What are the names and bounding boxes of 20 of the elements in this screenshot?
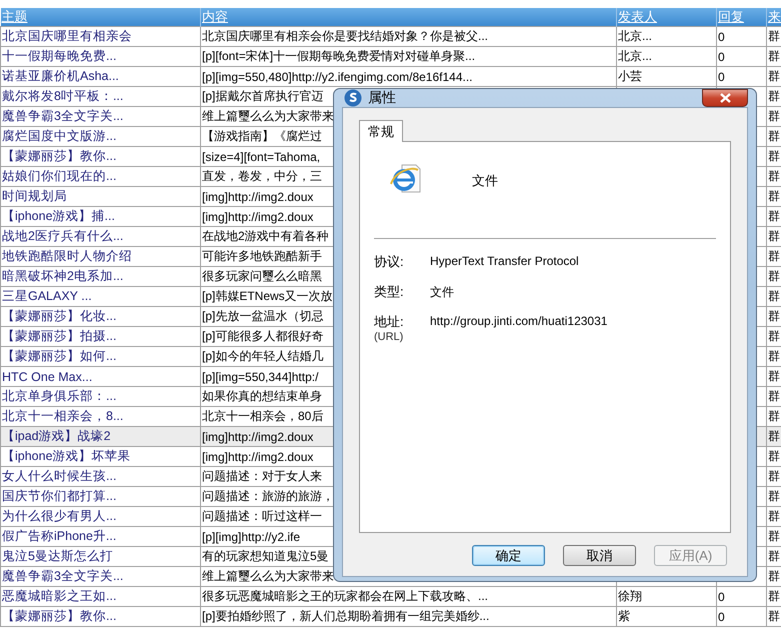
- table-row[interactable]: 【蒙娜丽莎】教你... [p]要拍婚纱照了，新人们总期盼着拥有一组完美婚纱... 紫 0 群: [0, 606, 781, 626]
- close-button[interactable]: [702, 89, 748, 107]
- dialog-button[interactable]: 确定: [472, 545, 545, 566]
- table-row[interactable]: 十一假期每晚免费... [p][font=宋体]十一假期每晚免费爱情对对碰单身聚... 北京... 0 群: [0, 46, 781, 66]
- table-row[interactable]: 恶魔城暗影之王如... 很多玩恶魔城暗影之王的玩家都会在网上下载攻略、... 徐翔 0 群: [0, 586, 781, 606]
- table-cell: [p]要拍婚纱照了，新人们总期盼着拥有一组完美婚纱...: [200, 606, 616, 626]
- table-row[interactable]: 诺基亚廉价机Asha... [p][img=550,480]http://y2.ifengimg.com/8e16f144... 小芸 0 群: [0, 66, 781, 86]
- table-row[interactable]: 北京国庆哪里有相亲会 北京国庆哪里有相亲会你是要找结婚对象？你是被父... 北京... 0 群: [0, 26, 781, 46]
- table-cell: 0: [716, 606, 766, 626]
- property-value: http://group.jinti.com/huati123031: [430, 313, 608, 328]
- property-value: 文件: [430, 284, 455, 301]
- property-value: HyperText Transfer Protocol: [430, 253, 580, 268]
- property-sublabel: (URL): [374, 331, 404, 343]
- tab[interactable]: 常规: [359, 120, 403, 142]
- table-cell: 北京...: [616, 26, 716, 46]
- dialog-button[interactable]: 取消: [563, 545, 636, 566]
- table-cell: 北京国庆哪里有相亲会你是要找结婚对象？你是被父...: [200, 26, 616, 46]
- close-icon: [720, 93, 730, 103]
- window-title: 属性: [368, 89, 397, 107]
- table-cell: 紫: [616, 606, 716, 626]
